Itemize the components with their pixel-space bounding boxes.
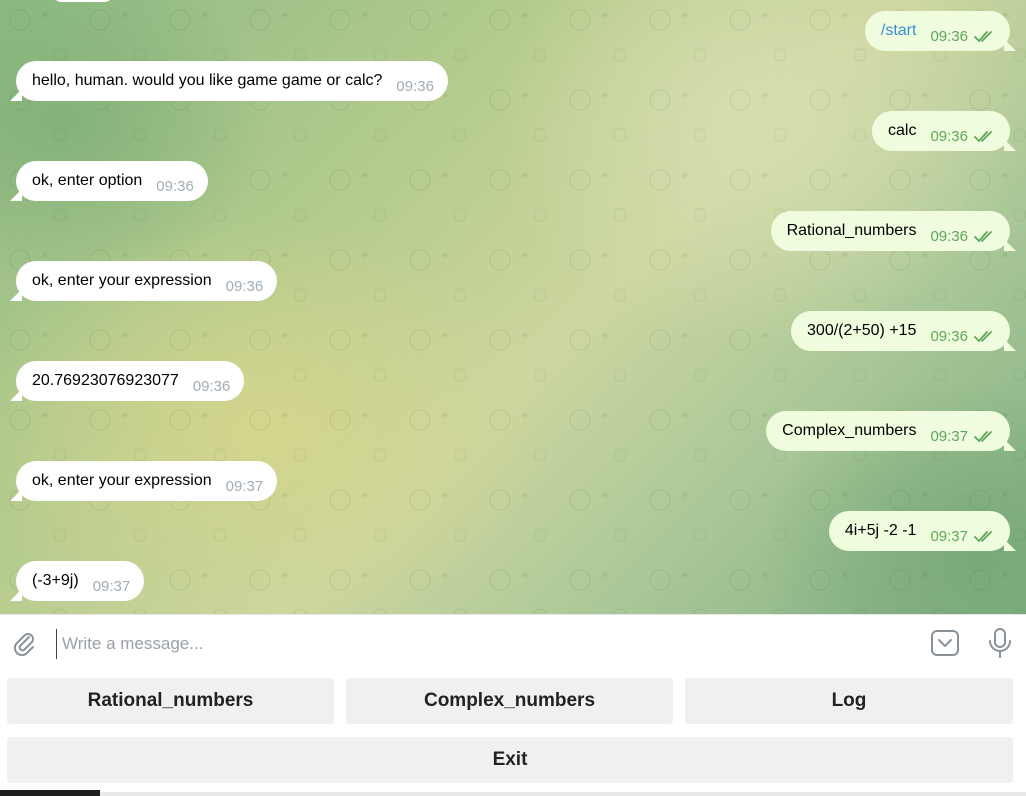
double-check-icon [974,431,992,443]
message-time: 09:36 [396,77,434,95]
message-text: ok, enter your expression [32,272,212,289]
message-text: Complex_numbers [782,422,917,439]
message-time: 09:36 [192,377,231,395]
message-text: 300/(2+50) +15 [807,322,917,339]
message-time: 09:36 [930,127,968,145]
keyboard-button-rational-numbers[interactable]: Rational_numbers [7,678,334,724]
bot-reply-keyboard: Rational_numbers Complex_numbers Log Exi… [0,670,1026,796]
message-text: 20.76923076923077 [32,372,179,389]
command-link[interactable]: /start [881,22,917,40]
message-text: ok, enter option [32,172,143,189]
keyboard-button-log[interactable]: Log [685,678,1013,724]
message-time: 09:37 [225,477,264,495]
bot-keyboard-icon[interactable] [930,628,960,658]
double-check-icon [974,131,992,143]
message-time: 09:37 [92,577,131,595]
message-time: 09:36 [930,27,968,45]
incoming-message[interactable]: ok, enter your expression 09:36 [10,261,278,301]
keyboard-button-exit[interactable]: Exit [7,737,1013,783]
incoming-message[interactable]: 20.76923076923077 09:36 [10,361,245,401]
message-input[interactable] [56,629,914,659]
message-time: 09:36 [930,227,968,245]
message-time: 09:37 [930,527,968,545]
window-bottom-edge [100,792,1026,796]
double-check-icon [974,31,992,43]
message-time: 09:36 [225,277,264,295]
message-text: 4i+5j -2 -1 [844,522,917,539]
outgoing-message[interactable]: 300/(2+50) +15 09:36 [791,311,1016,351]
incoming-message[interactable]: ok, enter option 09:36 [10,161,208,201]
message-text: ok, enter your expression [32,472,212,489]
double-check-icon [974,531,992,543]
message-text: calc [888,122,917,139]
message-text: Rational_numbers [786,222,917,239]
message-composer [0,614,1026,670]
keyboard-button-complex-numbers[interactable]: Complex_numbers [346,678,673,724]
outgoing-message[interactable]: /start 09:36 [864,11,1016,51]
incoming-message[interactable]: hello, human. would you like game game o… [10,61,448,101]
outgoing-message[interactable]: calc 09:36 [872,111,1016,151]
message-text: (-3+9j) [32,572,79,589]
message-time: 09:36 [156,177,194,195]
microphone-icon[interactable] [986,627,1014,659]
incoming-message[interactable]: (-3+9j) 09:37 [10,561,145,601]
chat-history: hello, human. would you like game game o… [0,0,1026,614]
outgoing-message[interactable]: 4i+5j -2 -1 09:37 [828,511,1016,551]
double-check-icon [974,331,992,343]
previous-message-bubble [52,0,114,2]
outgoing-message[interactable]: Complex_numbers 09:37 [766,411,1016,451]
message-time: 09:37 [930,427,968,445]
message-time: 09:36 [930,327,968,345]
taskbar-edge [0,790,100,796]
outgoing-message[interactable]: Rational_numbers 09:36 [770,211,1016,251]
message-text: hello, human. would you like game game o… [32,72,383,89]
incoming-message[interactable]: ok, enter your expression 09:37 [10,461,278,501]
double-check-icon [974,231,992,243]
paperclip-icon[interactable] [10,629,38,657]
